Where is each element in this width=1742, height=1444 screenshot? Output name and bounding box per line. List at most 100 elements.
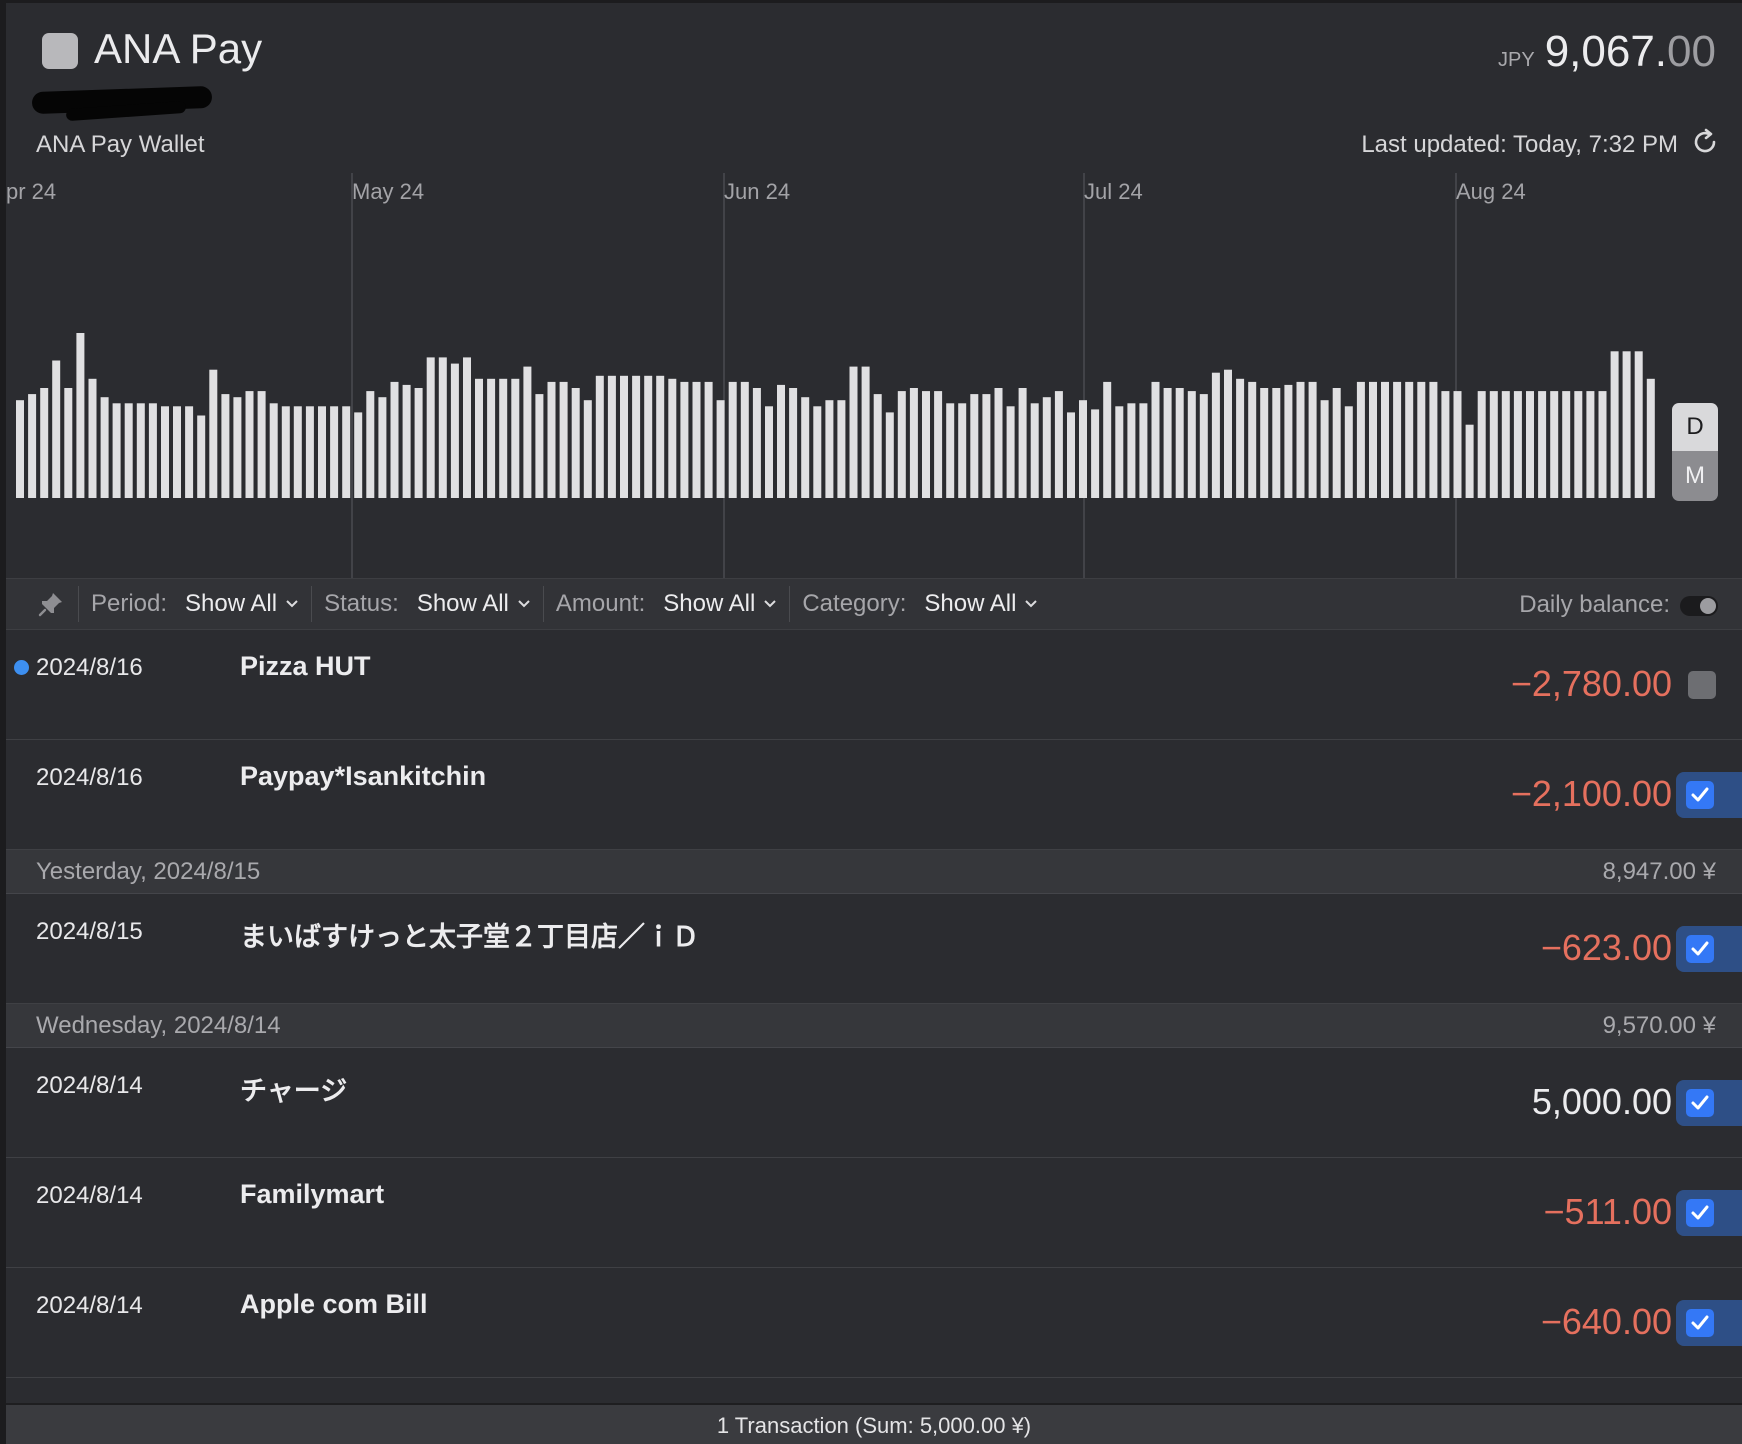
refresh-icon[interactable] <box>1690 127 1720 157</box>
chart-bar <box>269 403 278 498</box>
chart-bar <box>1550 391 1559 498</box>
chart-bar <box>1598 391 1607 498</box>
chart-bar <box>922 391 930 498</box>
chart-bar <box>366 391 375 498</box>
cleared-checkbox[interactable] <box>1686 1199 1714 1227</box>
chevron-down-icon <box>764 600 777 608</box>
checkmark-icon <box>1691 1205 1709 1220</box>
chart-bar <box>499 378 508 498</box>
chart-bar <box>475 378 483 498</box>
month-label-jun: Jun 24 <box>724 179 791 204</box>
toggle-day-button[interactable]: D <box>1672 403 1718 451</box>
chart-bar <box>644 375 653 498</box>
chart-bar <box>64 388 73 498</box>
cleared-checkbox-highlight <box>1676 926 1742 972</box>
chart-bar <box>1091 409 1100 498</box>
chart-bar <box>1103 381 1112 498</box>
daily-balance-switch[interactable] <box>1680 596 1718 616</box>
chart-bar <box>1115 406 1124 498</box>
balance-chart: pr 24 May 24 Jun 24 Jul 24 Aug 24 D M <box>6 173 1742 578</box>
chart-bar <box>511 378 520 498</box>
cleared-checkbox[interactable] <box>1686 781 1714 809</box>
status-label: Status: <box>324 590 399 617</box>
transaction-row[interactable]: 2024/8/14 Apple com Bill −640.00 <box>6 1268 1742 1378</box>
chart-bar <box>1224 369 1232 498</box>
toggle-month-button[interactable]: M <box>1672 451 1718 501</box>
chart-bar <box>1562 391 1571 498</box>
status-value: Show All <box>416 590 509 617</box>
transaction-amount: −2,100.00 <box>1510 773 1672 814</box>
chart-bar <box>680 381 689 498</box>
transaction-row[interactable]: 2024/8/15 まいばすけっと太子堂２丁目店／ｉＤ −623.00 <box>6 894 1742 1004</box>
chart-bar <box>1538 391 1547 498</box>
chart-bar <box>318 406 326 498</box>
chart-bar <box>450 363 459 498</box>
transaction-row[interactable]: 2024/8/14 チャージ 5,000.00 <box>6 1048 1742 1158</box>
filter-separator <box>78 586 79 622</box>
chart-bar <box>897 391 906 498</box>
month-label-jul: Jul 24 <box>1084 179 1143 204</box>
day-month-toggle[interactable]: D M <box>1672 403 1718 501</box>
cleared-checkbox-highlight <box>1676 1300 1742 1346</box>
chart-bar <box>535 394 544 498</box>
chart-bar <box>1646 378 1655 498</box>
chart-bar <box>885 412 894 498</box>
day-separator-balance: 9,570.00 ¥ <box>1602 1012 1716 1039</box>
chart-bar <box>765 406 773 498</box>
filter-bar: Period: Show All Status: Show All Amount… <box>6 578 1742 630</box>
chart-bar <box>414 388 423 498</box>
cleared-checkbox[interactable] <box>1686 1309 1714 1337</box>
chart-bar <box>1320 400 1329 498</box>
chart-bar <box>1369 381 1377 498</box>
chart-bar <box>1006 406 1015 498</box>
chart-bar <box>1381 381 1389 498</box>
chart-bar <box>438 357 447 498</box>
chart-bar <box>161 406 169 498</box>
cleared-checkbox[interactable] <box>1686 935 1714 963</box>
chart-bar <box>523 366 532 498</box>
transaction-date: 2024/8/14 <box>36 1182 143 1209</box>
chart-bar <box>136 403 145 498</box>
day-separator-balance: 8,947.00 ¥ <box>1602 858 1716 885</box>
chart-bar <box>1296 381 1305 498</box>
category-dropdown[interactable]: Show All <box>924 590 1038 618</box>
category-label: Category: <box>802 590 907 617</box>
status-dropdown[interactable]: Show All <box>417 590 531 618</box>
transaction-row[interactable]: 2024/8/16 Pizza HUT −2,780.00 <box>6 630 1742 740</box>
transaction-date: 2024/8/14 <box>36 1292 143 1319</box>
chart-bar <box>426 357 435 498</box>
chart-bar <box>245 391 254 498</box>
chart-bar <box>354 412 363 498</box>
account-checkbox[interactable] <box>42 33 78 69</box>
pin-icon[interactable] <box>36 589 66 619</box>
amount-dropdown[interactable]: Show All <box>663 590 777 618</box>
cleared-checkbox[interactable] <box>1688 671 1716 699</box>
checkmark-icon <box>1691 941 1709 956</box>
chart-bar <box>185 406 194 498</box>
cleared-checkbox[interactable] <box>1686 1089 1714 1117</box>
transaction-row[interactable]: 2024/8/16 Paypay*Isankitchin −2,100.00 <box>6 740 1742 850</box>
chart-bar <box>1332 388 1341 498</box>
transaction-date: 2024/8/14 <box>36 1072 143 1099</box>
unread-dot <box>14 660 29 675</box>
chart-bar <box>1018 388 1027 498</box>
chart-bar <box>1175 388 1184 498</box>
chart-bar <box>1417 381 1426 498</box>
transaction-amount: −640.00 <box>1540 1301 1672 1342</box>
transaction-row[interactable]: 2024/8/14 Familymart −511.00 <box>6 1158 1742 1268</box>
chart-bar <box>1308 381 1317 498</box>
chart-bar <box>1151 381 1160 498</box>
cleared-checkbox-highlight <box>1676 1190 1742 1236</box>
chart-bar <box>209 369 218 498</box>
period-dropdown[interactable]: Show All <box>185 590 299 618</box>
chart-bar <box>1272 388 1281 498</box>
month-label-may: May 24 <box>352 179 425 204</box>
chart-bar <box>221 394 230 498</box>
chart-bar <box>390 381 399 498</box>
chevron-down-icon <box>1025 600 1038 608</box>
chart-bar <box>148 403 157 498</box>
day-separator-label: Yesterday, 2024/8/15 <box>36 858 261 885</box>
transaction-payee: Familymart <box>240 1179 385 1209</box>
chart-bar <box>1139 403 1148 498</box>
app-window: ANA Pay ANA Pay Wallet JPY 9,067. 00 Las… <box>0 0 1742 1444</box>
